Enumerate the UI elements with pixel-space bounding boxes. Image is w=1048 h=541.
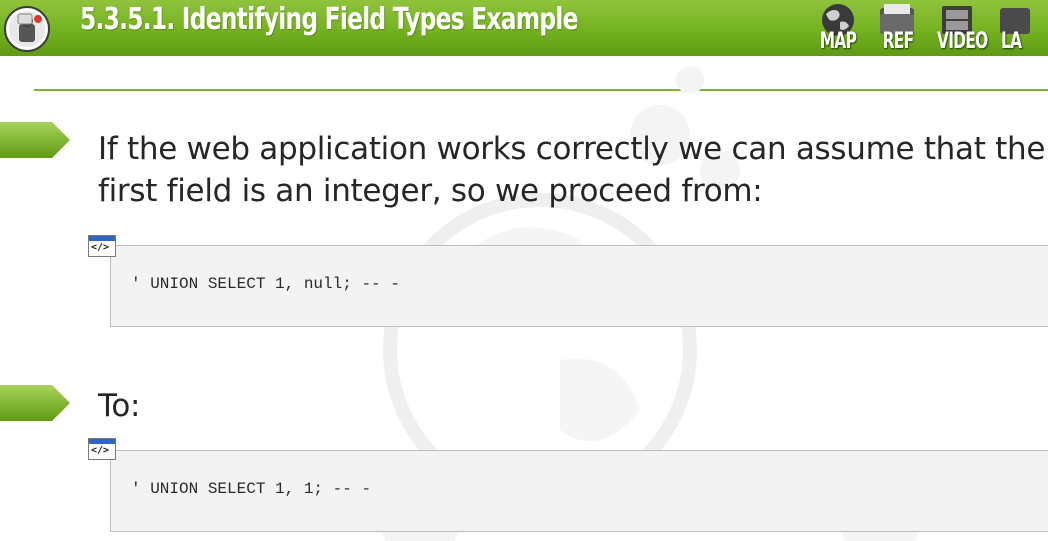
nav-ref-label: REF bbox=[882, 29, 915, 54]
code-icon-label: </> bbox=[91, 445, 110, 456]
code-block-2: ' UNION SELECT 1, 1; -- - bbox=[110, 450, 1048, 532]
top-nav: MAP REF VIDEO LA bbox=[808, 0, 1048, 56]
bullet-arrow-icon bbox=[0, 120, 74, 160]
nav-map-button[interactable]: MAP bbox=[808, 0, 868, 56]
nav-video-button[interactable]: VIDEO bbox=[928, 0, 988, 56]
code-block-2-text: ' UNION SELECT 1, 1; -- - bbox=[131, 480, 372, 498]
nav-map-label: MAP bbox=[819, 29, 857, 54]
code-block-1: ' UNION SELECT 1, null; -- - bbox=[110, 245, 1048, 327]
nav-video-label: VIDEO bbox=[937, 29, 988, 54]
nav-lab-label: LA bbox=[1001, 29, 1022, 54]
code-icon-label: </> bbox=[91, 242, 110, 253]
paragraph-1-line-2: first field is an integer, so we proceed… bbox=[98, 173, 763, 209]
code-icon: </> bbox=[88, 235, 116, 257]
nav-ref-button[interactable]: REF bbox=[868, 0, 928, 56]
paragraph-2: To: bbox=[98, 388, 141, 424]
logo-icon bbox=[2, 4, 52, 54]
bullet-arrow-icon bbox=[0, 383, 74, 423]
paragraph-1-line-1: If the web application works correctly w… bbox=[98, 131, 1046, 167]
code-block-1-text: ' UNION SELECT 1, null; -- - bbox=[131, 275, 400, 293]
code-icon: </> bbox=[88, 438, 116, 460]
nav-lab-button[interactable]: LA bbox=[988, 0, 1048, 56]
header-bar: 5.3.5.1. Identifying Field Types Example… bbox=[0, 0, 1048, 56]
page-title: 5.3.5.1. Identifying Field Types Example bbox=[80, 2, 578, 37]
